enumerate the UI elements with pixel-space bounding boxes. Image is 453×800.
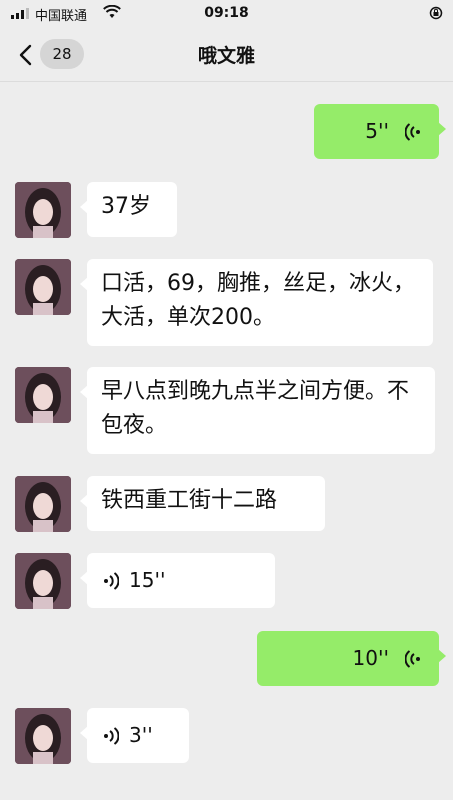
contact-avatar[interactable]	[15, 708, 71, 764]
message-bubble-voice[interactable]: 15''	[80, 553, 275, 608]
message-text: 早八点到晚九点半之间方便。不包夜。	[101, 379, 410, 438]
avatar-image	[15, 708, 71, 764]
avatar-image	[15, 476, 71, 532]
message-bubble-text[interactable]: 37岁	[80, 182, 177, 237]
contact-avatar[interactable]	[15, 182, 71, 238]
message-bubble-text[interactable]: 口活，69，胸推，丝足，冰火，大活，单次200。	[80, 259, 433, 346]
message-bubble-text[interactable]: 铁西重工街十二路	[80, 476, 325, 531]
message-bubble-voice-self[interactable]: 5''	[314, 104, 446, 159]
message-text: 铁西重工街十二路	[101, 488, 278, 513]
voice-duration: 15''	[129, 568, 166, 592]
message-bubble-voice-self[interactable]: 10''	[257, 631, 446, 686]
message-bubble-text[interactable]: 早八点到晚九点半之间方便。不包夜。	[80, 367, 435, 454]
voice-duration: 3''	[129, 723, 153, 747]
chat-header: 28 哦文雅	[0, 28, 453, 82]
message-bubble-voice[interactable]: 3''	[80, 708, 189, 763]
voice-duration: 10''	[352, 646, 389, 670]
contact-avatar[interactable]	[15, 476, 71, 532]
contact-avatar[interactable]	[15, 259, 71, 315]
chat-title: 哦文雅	[197, 45, 255, 67]
status-bar: 中国联通 09:18	[0, 0, 453, 28]
voice-wave-icon	[104, 727, 119, 745]
avatar-image	[15, 367, 71, 423]
rotation-lock-icon	[429, 6, 443, 20]
message-text: 口活，69，胸推，丝足，冰火，大活，单次200。	[101, 271, 415, 330]
contact-avatar[interactable]	[15, 367, 71, 423]
avatar-image	[15, 259, 71, 315]
clock: 09:18	[204, 5, 249, 21]
voice-wave-icon	[104, 572, 119, 590]
message-text: 37岁	[101, 194, 151, 219]
avatar-image	[15, 182, 71, 238]
contact-avatar[interactable]	[15, 553, 71, 609]
voice-wave-icon	[405, 123, 420, 141]
avatar-image	[15, 553, 71, 609]
voice-duration: 5''	[365, 119, 389, 143]
voice-wave-icon	[405, 650, 420, 668]
